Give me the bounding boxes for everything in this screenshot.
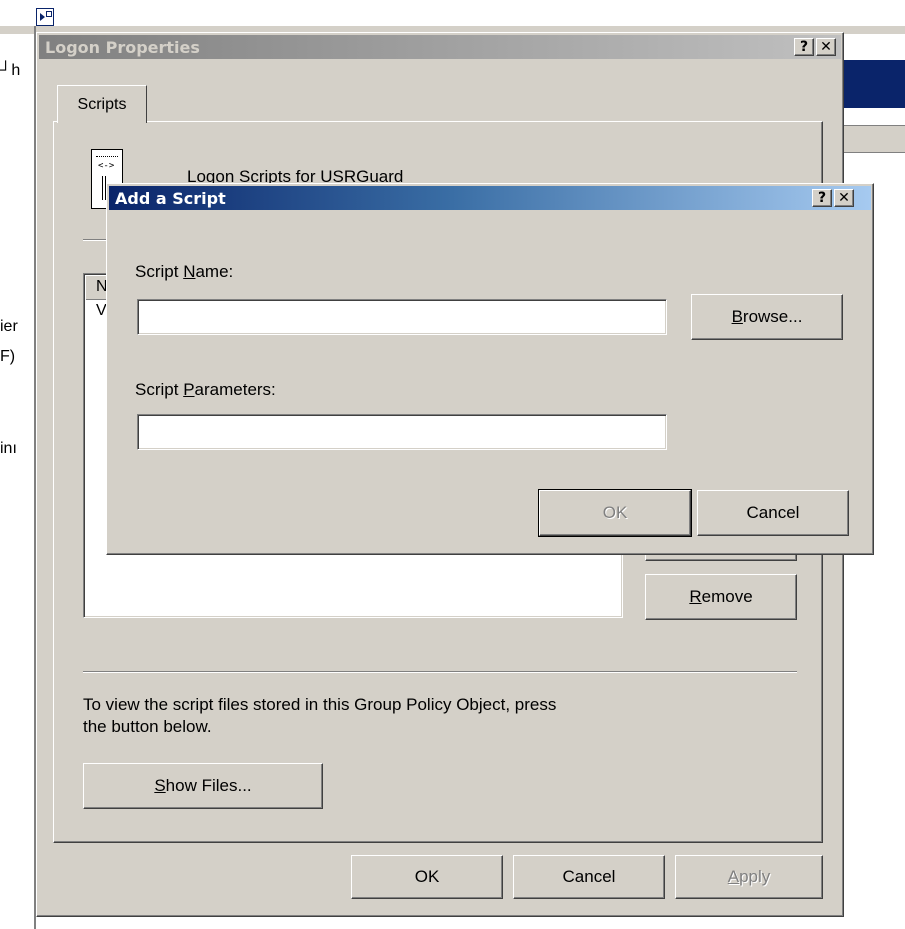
remove-button[interactable]: Remove: [645, 574, 797, 620]
cancel-button[interactable]: Cancel: [513, 855, 665, 899]
add-script-ok-button[interactable]: OK: [538, 489, 692, 537]
browse-button[interactable]: Browse...: [691, 294, 843, 340]
add-script-help-button[interactable]: ?: [812, 189, 832, 207]
close-icon[interactable]: ✕: [816, 38, 836, 56]
ok-button[interactable]: OK: [351, 855, 503, 899]
tab-scripts-label: Scripts: [77, 95, 127, 113]
script-name-accel: N: [183, 262, 196, 281]
info-text-line2: the button below.: [83, 717, 212, 736]
add-script-titlebar[interactable]: Add a Script: [109, 186, 871, 210]
add-script-cancel-button[interactable]: Cancel: [697, 490, 849, 536]
add-script-dialog: Add a Script ? ✕ Script Name: Browse... …: [106, 183, 874, 555]
bottom-separator: [83, 671, 797, 673]
background-text-fragment: ier: [0, 318, 18, 335]
logon-properties-titlebar[interactable]: Logon Properties: [39, 35, 841, 59]
info-text-line1: To view the script files stored in this …: [83, 695, 557, 714]
script-params-input[interactable]: [137, 414, 667, 450]
show-files-button[interactable]: Show Files...: [83, 763, 323, 809]
background-text-fragment: ┘h: [0, 62, 21, 79]
apply-button[interactable]: Apply: [675, 855, 823, 899]
add-script-title: Add a Script: [115, 188, 226, 208]
apply-accel: A: [727, 867, 740, 886]
show-files-accel: S: [154, 776, 166, 795]
remove-accel: R: [689, 587, 702, 606]
tab-scripts[interactable]: Scripts: [57, 85, 147, 123]
script-params-label: Script Parameters:: [135, 380, 276, 399]
browse-accel: B: [731, 307, 743, 326]
background-text-fragment: inı: [0, 440, 17, 457]
script-params-accel: P: [183, 380, 195, 399]
background-app-icon: [36, 8, 54, 26]
help-button[interactable]: ?: [794, 38, 814, 56]
remove-rest: emove: [701, 587, 753, 606]
script-name-label: Script Name:: [135, 262, 234, 281]
add-script-close-icon[interactable]: ✕: [834, 189, 854, 207]
logon-properties-title: Logon Properties: [45, 37, 200, 57]
background-text-fragment: F): [0, 348, 16, 365]
script-name-input[interactable]: [137, 299, 667, 335]
